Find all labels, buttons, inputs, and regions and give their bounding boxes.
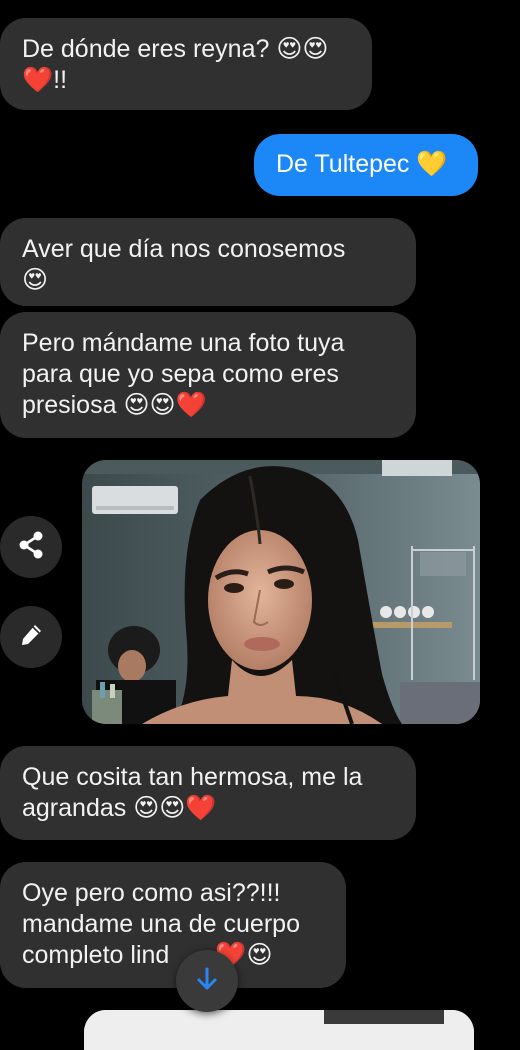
message-text-line: Que cosita tan hermosa, me la — [22, 763, 363, 791]
message-received[interactable]: Aver que día nos conosemos 😍 — [0, 218, 416, 306]
message-text-line: para que yo sepa como eres — [22, 360, 339, 388]
scroll-to-bottom-button[interactable] — [176, 950, 238, 1012]
arrow-down-icon — [195, 966, 219, 997]
message-text-line: De dónde eres reyna? 😍😍 — [22, 35, 329, 63]
message-text-line: Oye pero como asi??!!! — [22, 879, 281, 907]
message-text-line: 😍 — [22, 266, 49, 294]
message-sent[interactable]: De Tultepec 💛 — [254, 134, 478, 196]
pencil-icon — [18, 622, 44, 653]
message-received[interactable]: Pero mándame una foto tuya para que yo s… — [0, 312, 416, 438]
message-text-line: agrandas 😍😍❤️ — [22, 794, 217, 822]
attachment-thumbnail — [84, 1010, 474, 1050]
message-text-fragment: completo lind — [22, 941, 170, 969]
message-received[interactable]: Que cosita tan hermosa, me la agrandas 😍… — [0, 746, 416, 840]
message-text-line: Aver que día nos conosemos — [22, 235, 346, 263]
message-received[interactable]: Oye pero como asi??!!! mandame una de cu… — [0, 862, 346, 988]
message-text-line: completo lind ❤️😍 — [22, 940, 324, 971]
selfie-photo — [82, 460, 480, 724]
message-text-line: Pero mándame una foto tuya — [22, 329, 345, 357]
share-button[interactable] — [0, 516, 62, 578]
message-text: De Tultepec 💛 — [276, 150, 448, 178]
edit-button[interactable] — [0, 606, 62, 668]
message-text-line: ❤️!! — [22, 66, 68, 94]
message-received[interactable]: De dónde eres reyna? 😍😍 ❤️!! — [0, 18, 372, 110]
message-text-line: mandame una de cuerpo — [22, 910, 300, 938]
message-text-line: presiosa 😍😍❤️ — [22, 391, 207, 419]
next-attachment-preview[interactable] — [84, 1010, 474, 1050]
share-icon — [18, 531, 44, 564]
photo-attachment[interactable] — [82, 460, 480, 724]
